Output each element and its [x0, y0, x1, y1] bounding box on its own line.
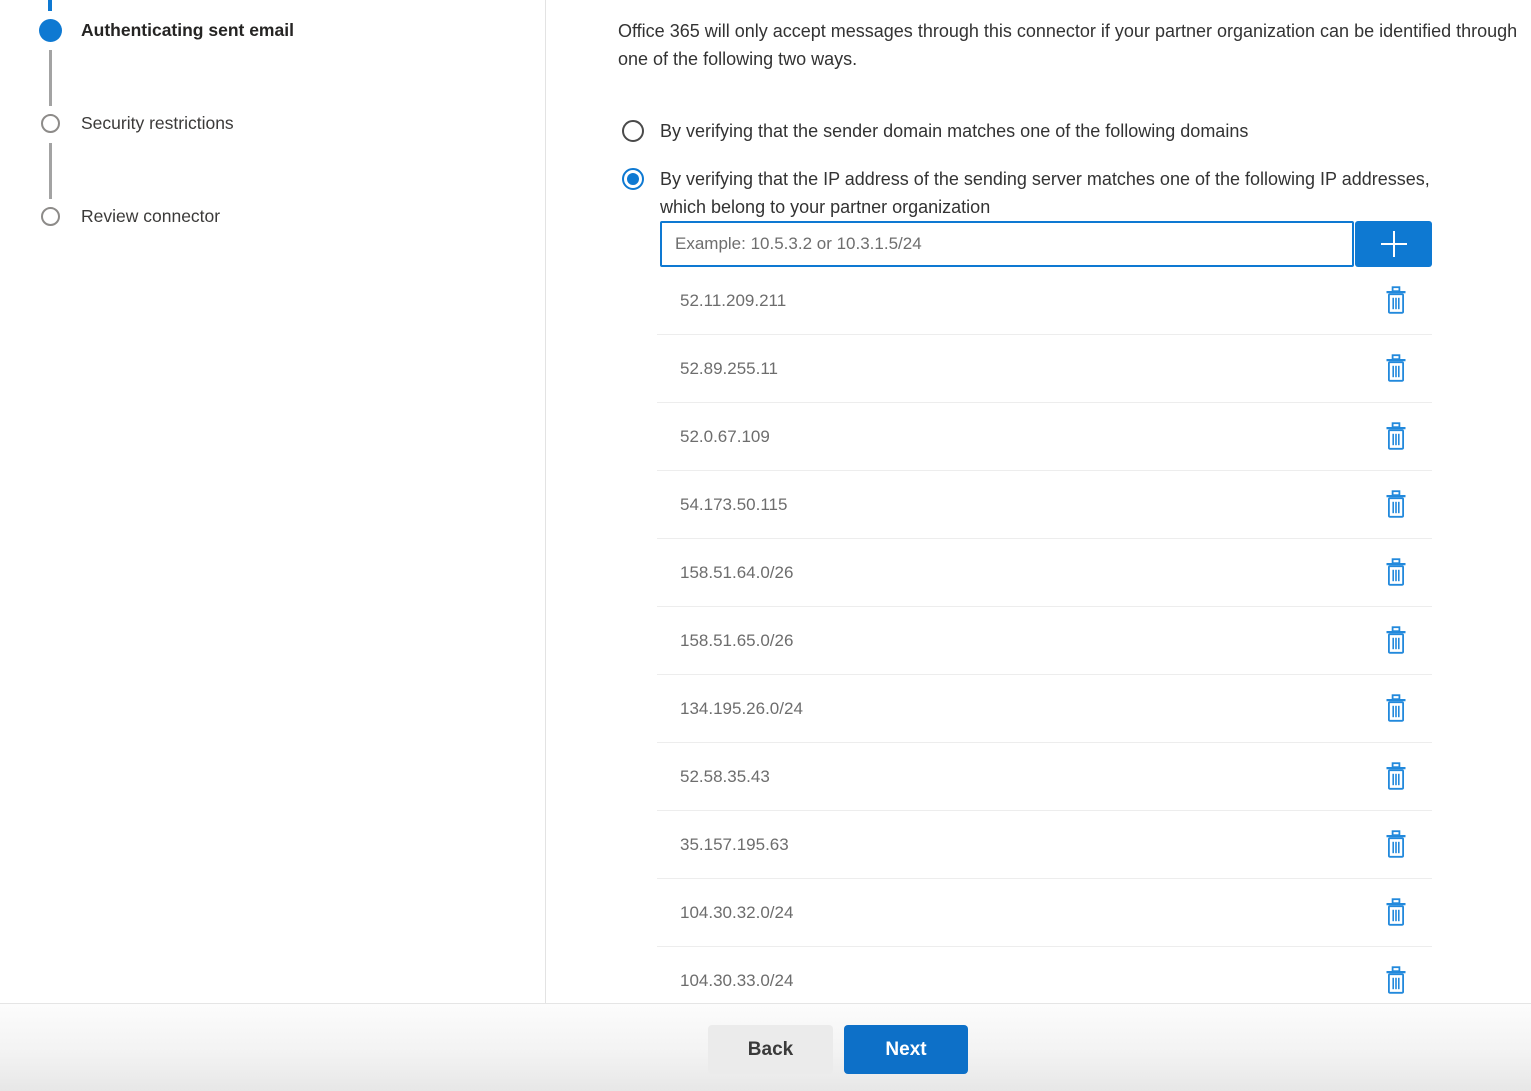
trash-icon	[1384, 422, 1408, 451]
ip-address-value: 35.157.195.63	[680, 835, 789, 855]
delete-ip-button[interactable]	[1382, 556, 1410, 589]
trash-icon	[1384, 898, 1408, 927]
ip-address-row: 52.11.209.211	[657, 267, 1432, 335]
trash-icon	[1384, 286, 1408, 315]
ip-address-value: 52.89.255.11	[680, 359, 778, 379]
authenticating-sent-email-panel: Office 365 will only accept messages thr…	[0, 0, 1531, 1091]
trash-icon	[1384, 762, 1408, 791]
ip-address-value: 52.0.67.109	[680, 427, 770, 447]
delete-ip-button[interactable]	[1382, 352, 1410, 385]
ip-address-row: 104.30.32.0/24	[657, 879, 1432, 947]
wizard-footer: Back Next	[0, 1003, 1531, 1091]
ip-address-row: 54.173.50.115	[657, 471, 1432, 539]
delete-ip-button[interactable]	[1382, 828, 1410, 861]
ip-address-input[interactable]	[660, 221, 1354, 267]
delete-ip-button[interactable]	[1382, 896, 1410, 929]
delete-ip-button[interactable]	[1382, 964, 1410, 997]
back-button[interactable]: Back	[708, 1025, 833, 1074]
plus-icon	[1379, 229, 1409, 259]
verification-options: By verifying that the sender domain matc…	[622, 117, 1452, 221]
trash-icon	[1384, 694, 1408, 723]
panel-description: Office 365 will only accept messages thr…	[618, 17, 1531, 73]
ip-address-value: 104.30.32.0/24	[680, 903, 793, 923]
option-label: By verifying that the sender domain matc…	[660, 117, 1248, 145]
trash-icon	[1384, 830, 1408, 859]
trash-icon	[1384, 354, 1408, 383]
next-button[interactable]: Next	[844, 1025, 968, 1074]
ip-address-value: 104.30.33.0/24	[680, 971, 793, 991]
delete-ip-button[interactable]	[1382, 760, 1410, 793]
trash-icon	[1384, 490, 1408, 519]
delete-ip-button[interactable]	[1382, 692, 1410, 725]
ip-address-row: 52.58.35.43	[657, 743, 1432, 811]
verification-option-radio[interactable]: By verifying that the sender domain matc…	[622, 117, 1452, 145]
ip-address-value: 134.195.26.0/24	[680, 699, 803, 719]
trash-icon	[1384, 626, 1408, 655]
ip-address-input-row	[660, 221, 1432, 267]
delete-ip-button[interactable]	[1382, 284, 1410, 317]
connector-wizard-page: Authenticating sent email Security restr…	[0, 0, 1531, 1091]
add-ip-button[interactable]	[1355, 221, 1432, 267]
ip-address-row: 52.89.255.11	[657, 335, 1432, 403]
ip-address-row: 158.51.64.0/26	[657, 539, 1432, 607]
ip-address-value: 52.11.209.211	[680, 291, 786, 311]
ip-address-row: 134.195.26.0/24	[657, 675, 1432, 743]
ip-address-value: 52.58.35.43	[680, 767, 770, 787]
radio-icon	[622, 120, 644, 142]
delete-ip-button[interactable]	[1382, 488, 1410, 521]
ip-address-value: 54.173.50.115	[680, 495, 787, 515]
trash-icon	[1384, 558, 1408, 587]
ip-address-row: 158.51.65.0/26	[657, 607, 1432, 675]
ip-address-value: 158.51.65.0/26	[680, 631, 793, 651]
footer-buttons: Back Next	[708, 1025, 968, 1074]
trash-icon	[1384, 966, 1408, 995]
radio-icon	[622, 168, 644, 190]
ip-address-row: 35.157.195.63	[657, 811, 1432, 879]
option-label: By verifying that the IP address of the …	[660, 165, 1452, 221]
verification-option-radio[interactable]: By verifying that the IP address of the …	[622, 165, 1452, 221]
delete-ip-button[interactable]	[1382, 624, 1410, 657]
ip-address-row: 52.0.67.109	[657, 403, 1432, 471]
ip-address-list: 52.11.209.211 52.89.255.11	[657, 267, 1432, 1015]
delete-ip-button[interactable]	[1382, 420, 1410, 453]
ip-address-value: 158.51.64.0/26	[680, 563, 793, 583]
